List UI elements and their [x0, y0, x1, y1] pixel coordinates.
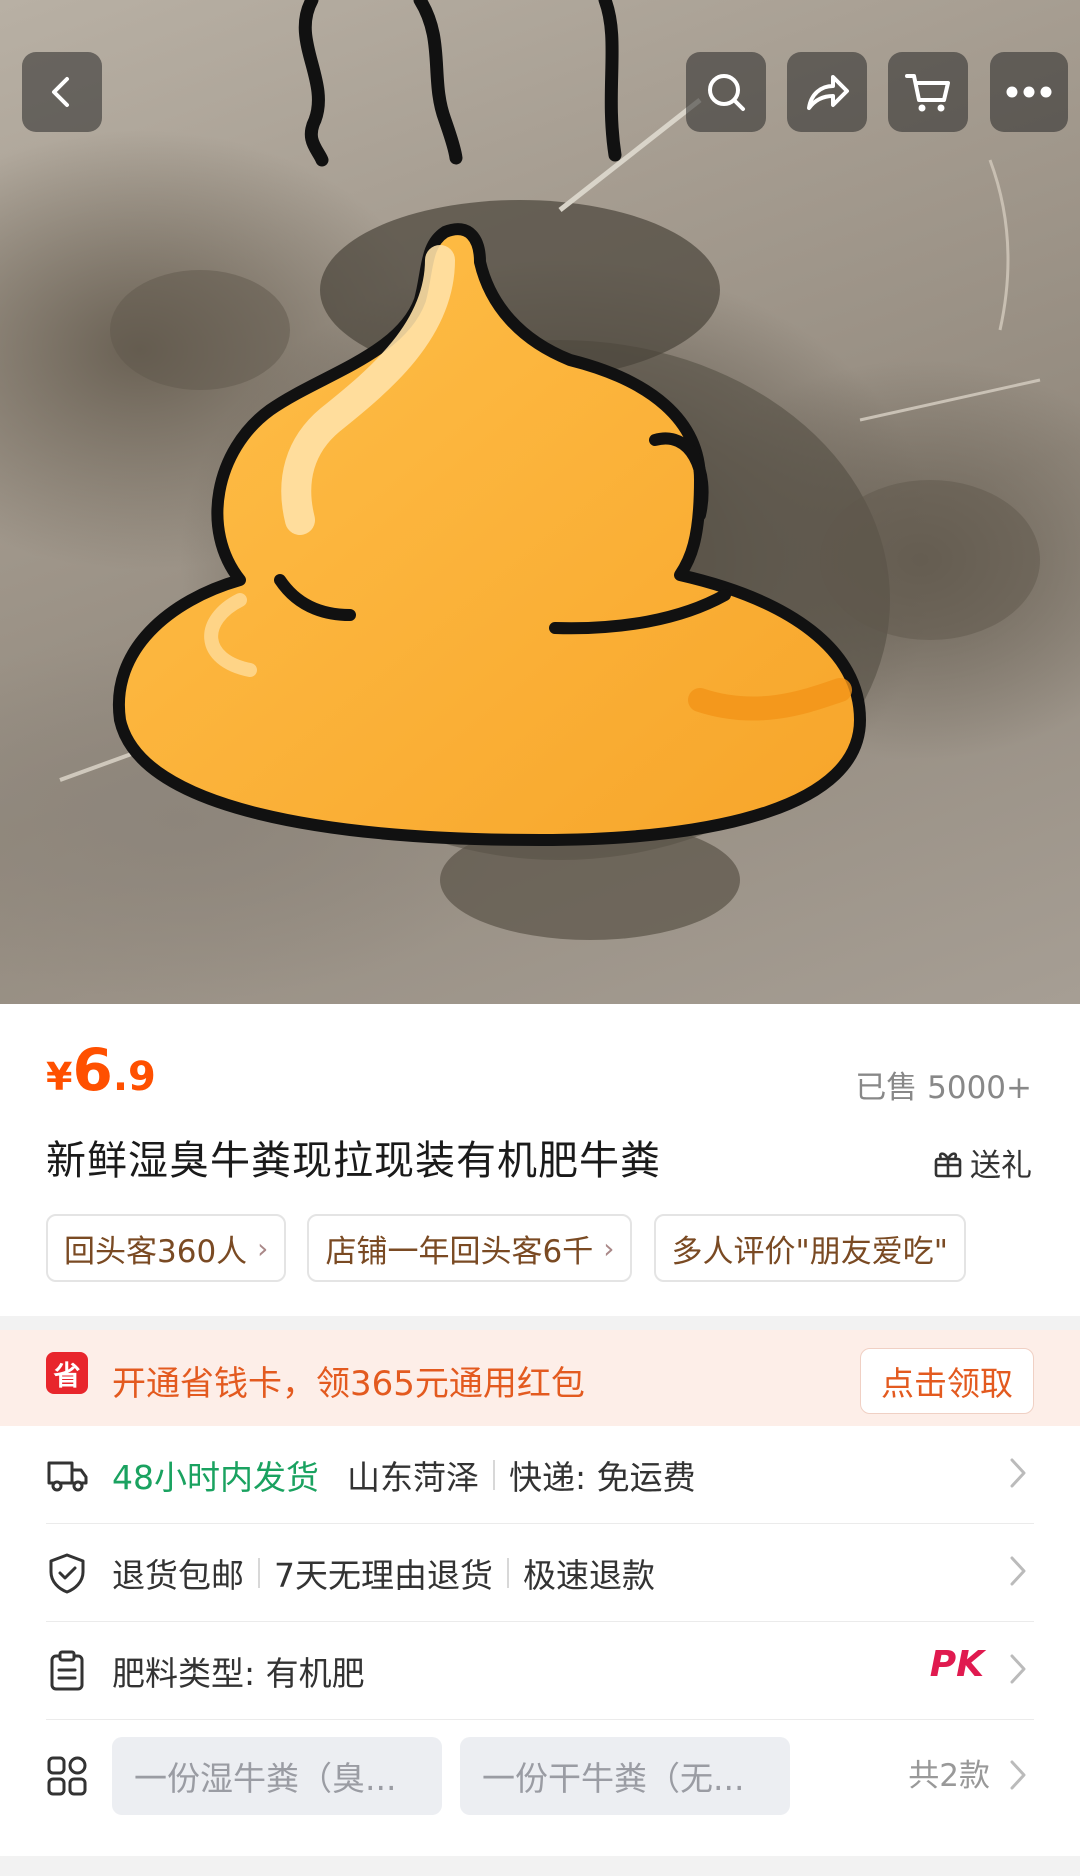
price-currency: ¥	[46, 1055, 73, 1099]
gift-label: 送礼	[970, 1148, 1032, 1184]
more-button[interactable]	[990, 52, 1068, 132]
return-item-2: 7天无理由退货	[274, 1556, 493, 1595]
chevron-right-icon	[1010, 1654, 1026, 1684]
promo-text: 开通省钱卡，领365元通用红包	[112, 1364, 585, 1404]
ship-origin: 山东菏泽	[347, 1458, 479, 1497]
savings-card-icon: 省	[46, 1352, 88, 1394]
variant-row[interactable]: 一份湿牛粪（臭... 一份干牛粪（无... 共2款	[46, 1720, 1034, 1832]
back-button[interactable]	[22, 52, 102, 132]
tag-label: 店铺一年回头客6千	[325, 1233, 594, 1270]
gift-icon	[934, 1151, 962, 1177]
variant-option-dry[interactable]: 一份干牛粪（无...	[460, 1737, 790, 1815]
spec-row[interactable]: 肥料类型: 有机肥 PK	[46, 1622, 1034, 1720]
share-icon	[807, 75, 849, 110]
claim-button[interactable]: 点击领取	[860, 1348, 1034, 1414]
tag-returning-customers[interactable]: 回头客360人 ›	[46, 1214, 287, 1282]
price: ¥6.9	[46, 1036, 156, 1104]
poop-emoji-sticker	[59, 0, 1041, 940]
ship-speed: 48小时内发货	[112, 1458, 319, 1497]
spec-text: 肥料类型: 有机肥	[112, 1654, 365, 1693]
product-title: 新鲜湿臭牛粪现拉现装有机肥牛粪	[46, 1138, 661, 1184]
tag-label: 回头客360人	[64, 1233, 248, 1270]
variant-count: 共2款	[908, 1758, 990, 1794]
cart-button[interactable]	[888, 52, 968, 132]
ship-delivery: 快递: 免运费	[509, 1458, 696, 1497]
promo-banner[interactable]: 省 开通省钱卡，领365元通用红包 点击领取	[0, 1330, 1080, 1426]
more-icon	[1006, 86, 1052, 98]
return-item-1: 退货包邮	[112, 1556, 244, 1595]
tag-reviews[interactable]: 多人评价"朋友爱吃"	[653, 1214, 967, 1282]
shield-check-icon	[46, 1552, 88, 1594]
returns-row[interactable]: 退货包邮 7天无理由退货 极速退款	[46, 1524, 1034, 1622]
grid-icon	[46, 1755, 88, 1797]
divider	[493, 1460, 495, 1490]
gift-button[interactable]: 送礼	[932, 1140, 1032, 1185]
truck-icon	[46, 1454, 88, 1496]
search-icon	[708, 74, 745, 111]
tag-shop-returning[interactable]: 店铺一年回头客6千 ›	[307, 1214, 633, 1282]
chevron-right-icon	[1010, 1556, 1026, 1586]
product-image[interactable]	[0, 0, 1080, 1004]
return-item-3: 极速退款	[523, 1556, 655, 1595]
chevron-right-icon	[1010, 1458, 1026, 1488]
chevron-right-icon: ›	[603, 1231, 615, 1265]
sold-count: 已售 5000+	[855, 1070, 1032, 1106]
divider	[507, 1558, 509, 1588]
chevron-left-icon	[52, 77, 69, 107]
tag-row: 回头客360人 › 店铺一年回头客6千 › 多人评价"朋友爱吃"	[46, 1214, 1034, 1284]
search-button[interactable]	[686, 52, 766, 132]
shipping-row[interactable]: 48小时内发货 山东菏泽 快递: 免运费	[46, 1426, 1034, 1524]
clipboard-icon	[46, 1650, 88, 1692]
price-integer: 6	[72, 1036, 113, 1104]
cart-icon	[905, 74, 950, 112]
tag-label: 多人评价"朋友爱吃"	[671, 1233, 949, 1270]
service-card: 48小时内发货 山东菏泽 快递: 免运费 退货包邮 7天无理由退货 极速退款 肥…	[0, 1426, 1080, 1856]
divider	[258, 1558, 260, 1588]
chevron-right-icon	[1010, 1760, 1026, 1790]
pk-compare-button[interactable]: PK	[930, 1644, 984, 1685]
price-decimal: .9	[112, 1054, 156, 1100]
variant-option-wet[interactable]: 一份湿牛粪（臭...	[112, 1737, 442, 1815]
chevron-right-icon: ›	[257, 1231, 269, 1265]
share-button[interactable]	[787, 52, 867, 132]
